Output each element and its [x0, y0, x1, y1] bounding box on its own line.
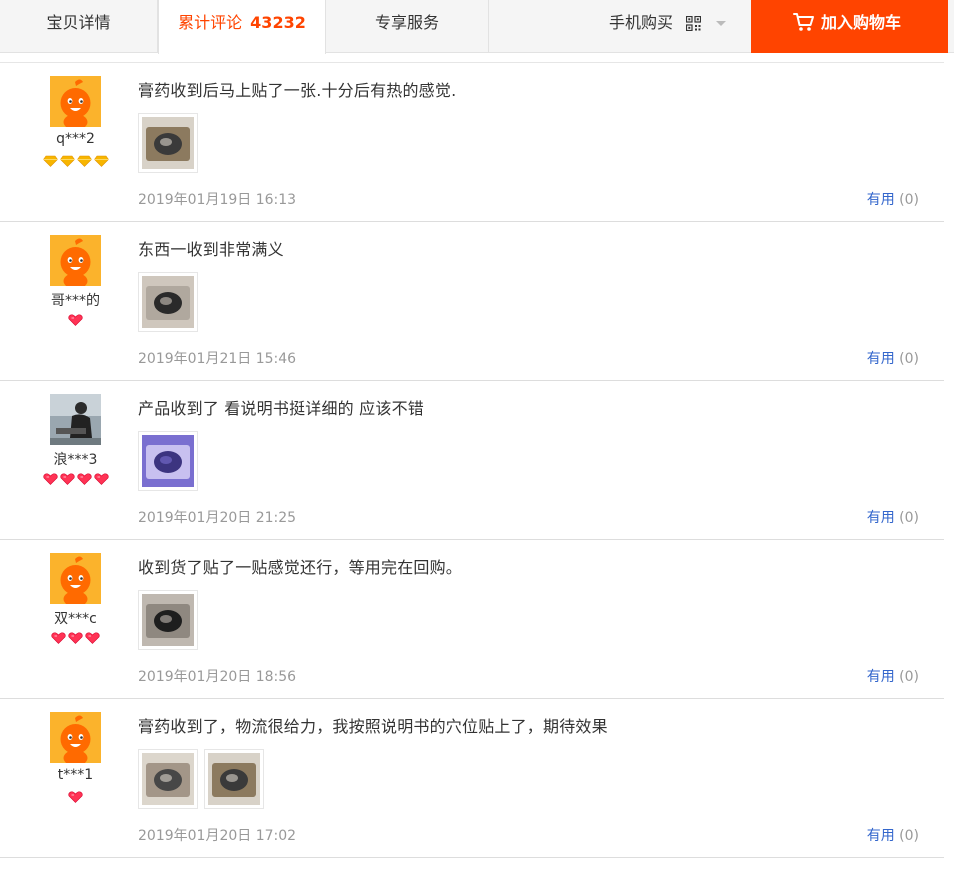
reviews-count: 43232 [250, 13, 306, 32]
qr-code-icon [686, 16, 701, 31]
red-heart-icon [42, 473, 58, 485]
review-text: 东西一收到非常满义 [138, 240, 284, 259]
review-item: q***2 膏药收到后马上贴了一张.十分后有热的感觉. 2019年01月19日 16… [0, 63, 944, 222]
gold-diamond-icon [76, 155, 92, 167]
member-level-badges [25, 791, 126, 803]
reviewer-name: 双***c [54, 611, 97, 627]
reviewer-name: 哥***的 [51, 293, 100, 309]
reviewer-name: t***1 [57, 767, 94, 783]
review-photo[interactable] [138, 590, 198, 650]
useful-count: (0) [899, 351, 919, 367]
review-photos [138, 272, 204, 332]
gold-diamond-icon [42, 155, 58, 167]
useful-button[interactable]: 有用 (0) [867, 825, 919, 845]
gold-diamond-icon [93, 155, 109, 167]
member-level-badges [25, 155, 126, 167]
avatar[interactable] [50, 394, 101, 445]
review-photo[interactable] [138, 431, 198, 491]
review-photo[interactable] [138, 272, 198, 332]
red-heart-icon [68, 632, 83, 644]
shopping-cart-icon [793, 13, 814, 31]
useful-count: (0) [899, 669, 919, 685]
useful-button[interactable]: 有用 (0) [867, 189, 919, 209]
member-level-badges [25, 314, 126, 326]
useful-label: 有用 [866, 351, 895, 367]
add-to-cart-button[interactable]: 加入购物车 [751, 0, 948, 53]
red-heart-icon [85, 632, 100, 644]
useful-button[interactable]: 有用 (0) [867, 507, 919, 527]
review-text: 收到货了贴了一贴感觉还行，等用完在回购。 [138, 558, 463, 577]
review-date: 2019年01月21日 15:46 [138, 351, 297, 367]
review-item: 双***c 收到货了贴了一贴感觉还行，等用完在回购。 2019年01月20日 18:… [0, 540, 944, 699]
avatar[interactable] [50, 553, 101, 604]
tab-product-details-label: 宝贝详情 [46, 13, 111, 32]
red-heart-icon [68, 791, 83, 803]
member-level-badges [25, 473, 126, 485]
review-date: 2019年01月20日 17:02 [138, 828, 297, 844]
useful-button[interactable]: 有用 (0) [867, 666, 919, 686]
useful-button[interactable]: 有用 (0) [867, 348, 919, 368]
useful-label: 有用 [866, 192, 895, 208]
avatar[interactable] [50, 712, 101, 763]
review-text: 产品收到了 看说明书挺详细的 应该不错 [138, 399, 424, 418]
review-text: 膏药收到了，物流很给力，我按照说明书的穴位贴上了，期待效果 [138, 717, 608, 736]
avatar[interactable] [50, 235, 101, 286]
useful-label: 有用 [866, 828, 895, 844]
review-item: 浪***3 产品收到了 看说明书挺详细的 应该不错 2019年01月20日 21:2… [0, 381, 944, 540]
review-photo[interactable] [138, 113, 198, 173]
tab-reviews[interactable]: 累计评论 43232 [158, 0, 326, 54]
review-date: 2019年01月20日 21:25 [138, 510, 297, 526]
red-heart-icon [76, 473, 92, 485]
tab-product-details[interactable]: 宝贝详情 [0, 0, 158, 53]
mobile-buy-label: 手机购买 [609, 13, 674, 32]
review-date: 2019年01月19日 16:13 [138, 192, 297, 208]
red-heart-icon [51, 632, 66, 644]
member-level-badges [25, 632, 126, 644]
review-photos [138, 113, 204, 173]
useful-count: (0) [899, 510, 919, 526]
review-date: 2019年01月20日 18:56 [138, 669, 297, 685]
reviewer-name: 浪***3 [53, 452, 98, 468]
review-item: 哥***的 东西一收到非常满义 2019年01月21日 15:46 有用 (0) [0, 222, 944, 381]
review-photos [138, 590, 204, 650]
review-photos [138, 749, 270, 809]
add-to-cart-label: 加入购物车 [821, 13, 902, 32]
useful-label: 有用 [866, 510, 895, 526]
tab-reviews-label: 累计评论 [178, 13, 243, 32]
review-photo[interactable] [204, 749, 264, 809]
review-photos [138, 431, 204, 491]
useful-label: 有用 [866, 669, 895, 685]
review-text: 膏药收到后马上贴了一张.十分后有热的感觉. [138, 81, 457, 100]
reviewer-name: q***2 [56, 131, 95, 147]
chevron-down-icon [716, 21, 726, 26]
useful-count: (0) [899, 828, 919, 844]
review-item: t***1 膏药收到了，物流很给力，我按照说明书的穴位贴上了，期待效果 2019年0… [0, 699, 944, 858]
red-heart-icon [68, 314, 83, 326]
tab-exclusive-service[interactable]: 专享服务 [326, 0, 489, 53]
red-heart-icon [93, 473, 109, 485]
review-photo[interactable] [138, 749, 198, 809]
useful-count: (0) [899, 192, 919, 208]
tab-exclusive-service-label: 专享服务 [374, 13, 439, 32]
gold-diamond-icon [59, 155, 75, 167]
mobile-buy-dropdown[interactable]: 手机购买 [489, 0, 751, 53]
avatar[interactable] [50, 76, 101, 127]
detail-tabbar: 宝贝详情 累计评论 43232 专享服务 手机购买 加入购物车 [0, 0, 954, 54]
red-heart-icon [59, 473, 75, 485]
